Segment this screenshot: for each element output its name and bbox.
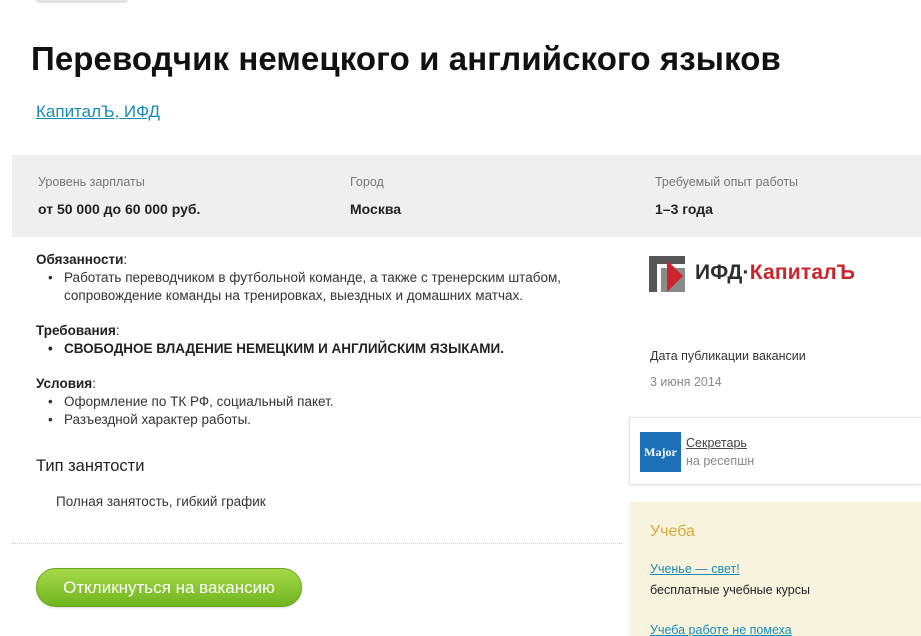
publication-date: 3 июня 2014 bbox=[650, 375, 722, 389]
city-value: Москва bbox=[350, 201, 402, 217]
divider bbox=[12, 543, 622, 544]
study-title: Учеба bbox=[650, 523, 695, 540]
company-logo: ИФД·КапиталЪ bbox=[649, 256, 879, 296]
requirements-section: Требования: СВОБОДНОЕ ВЛАДЕНИЕ НЕМЕЦКИМ … bbox=[36, 322, 616, 358]
list-item: СВОБОДНОЕ ВЛАДЕНИЕ НЕМЕЦКИМ И АНГЛИЙСКИМ… bbox=[48, 340, 616, 358]
major-logo: Major bbox=[640, 432, 681, 472]
related-vacancy-subtitle: на ресепшн bbox=[686, 454, 755, 468]
salary-block: Уровень зарплаты от 50 000 до 60 000 руб… bbox=[38, 175, 200, 217]
list-item: Оформление по ТК РФ, социальный пакет. bbox=[48, 393, 616, 411]
employment-type-title: Тип занятости bbox=[36, 457, 145, 475]
vacancy-description: Обязанности: Работать переводчиком в фут… bbox=[36, 251, 616, 446]
company-logo-mark-icon bbox=[649, 256, 685, 292]
vacancy-info-panel: Уровень зарплаты от 50 000 до 60 000 руб… bbox=[12, 155, 921, 237]
conditions-section: Условия: Оформление по ТК РФ, социальный… bbox=[36, 375, 616, 429]
logo-text-red: КапиталЪ bbox=[749, 261, 856, 284]
conditions-colon: : bbox=[92, 376, 96, 391]
experience-block: Требуемый опыт работы 1–3 года bbox=[655, 175, 798, 217]
employment-type-value: Полная занятость, гибкий график bbox=[56, 494, 266, 509]
related-vacancy-link[interactable]: Секретарь bbox=[686, 436, 747, 450]
experience-label: Требуемый опыт работы bbox=[655, 175, 799, 189]
study-description: бесплатные учебные курсы bbox=[650, 583, 810, 597]
study-link[interactable]: Ученье — свет! bbox=[650, 562, 740, 576]
logo-text-dark: ИФД· bbox=[695, 261, 750, 284]
list-item: Разъездной характер работы. bbox=[48, 411, 616, 429]
city-block: Город Москва bbox=[350, 175, 401, 217]
salary-value: от 50 000 до 60 000 руб. bbox=[38, 201, 201, 217]
duties-section: Обязанности: Работать переводчиком в фут… bbox=[36, 251, 616, 305]
requirements-colon: : bbox=[115, 323, 120, 338]
study-panel: Учеба Ученье — свет! бесплатные учебные … bbox=[629, 502, 921, 636]
city-label: Город bbox=[350, 175, 384, 189]
conditions-title: Условия bbox=[36, 376, 93, 391]
list-item: Работать переводчиком в футбольной коман… bbox=[48, 269, 616, 305]
company-link[interactable]: КапиталЪ, ИФД bbox=[36, 102, 160, 122]
publication-date-label: Дата публикации вакансии bbox=[650, 349, 806, 363]
vacancy-title: Переводчик немецкого и английского языко… bbox=[31, 40, 781, 77]
study-link-2[interactable]: Учеба работе не помеха bbox=[650, 623, 792, 636]
experience-value: 1–3 года bbox=[655, 201, 713, 217]
requirements-title: Требования bbox=[36, 323, 116, 338]
duties-title: Обязанности bbox=[36, 252, 124, 267]
duties-colon: : bbox=[123, 252, 128, 267]
related-vacancy-card[interactable]: Major Секретарь на ресепшн bbox=[629, 417, 921, 485]
apply-button[interactable]: Откликнуться на вакансию bbox=[36, 568, 302, 607]
top-tab-fragment bbox=[36, 0, 128, 3]
salary-label: Уровень зарплаты bbox=[38, 175, 145, 189]
